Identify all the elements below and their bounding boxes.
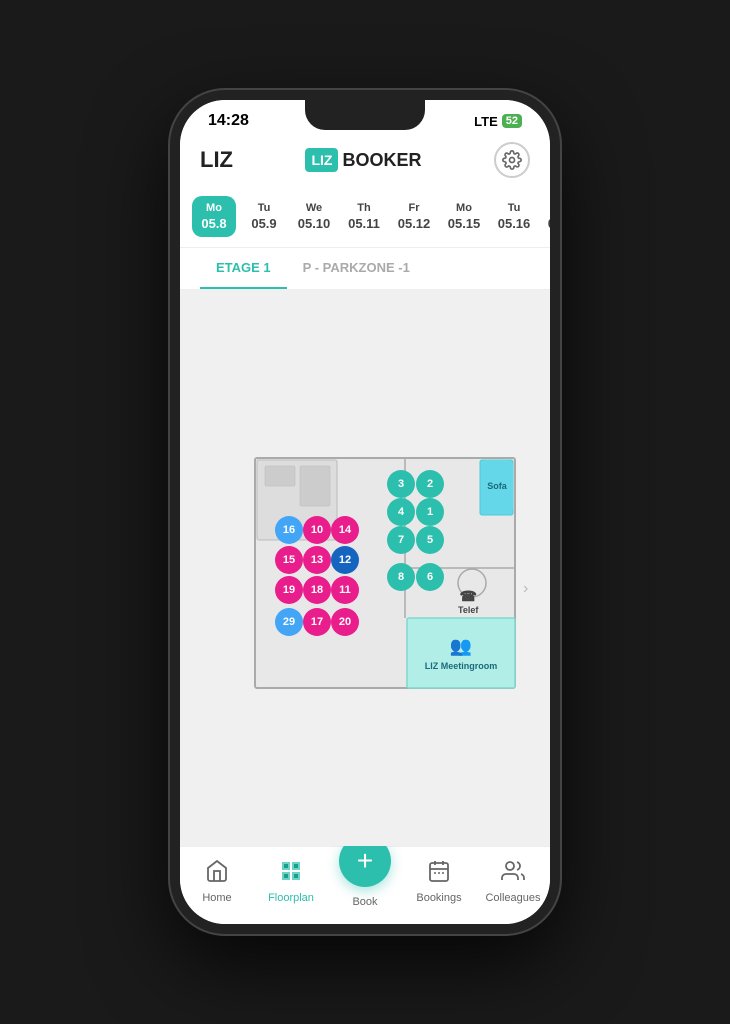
svg-text:›: › bbox=[523, 580, 528, 597]
seat-29[interactable]: 29 bbox=[275, 608, 303, 636]
day-selector: Mo 05.8 Tu 05.9 We 05.10 Th 05.11 Fr 05.… bbox=[180, 188, 550, 248]
signal-strength: 52 bbox=[502, 114, 522, 128]
settings-button[interactable] bbox=[494, 142, 530, 178]
seat-8[interactable]: 8 bbox=[387, 563, 415, 591]
telef-label: ☎ Telef bbox=[458, 588, 478, 615]
seat-10[interactable]: 10 bbox=[303, 516, 331, 544]
nav-floorplan[interactable]: Floorplan bbox=[261, 859, 321, 904]
logo-box: LIZ bbox=[305, 148, 338, 172]
bottom-nav: Home Floorplan + Book bbox=[180, 846, 550, 924]
seat-7[interactable]: 7 bbox=[387, 526, 415, 554]
seat-16[interactable]: 16 bbox=[275, 516, 303, 544]
app-title: LIZ bbox=[200, 147, 233, 173]
meeting-room[interactable]: 👥 LIZ Meetingroom bbox=[408, 619, 514, 687]
bookings-label: Bookings bbox=[416, 892, 461, 904]
phone-screen: 14:28 LTE 52 LIZ LIZ BOOKER Mo bbox=[180, 100, 550, 924]
seat-5[interactable]: 5 bbox=[416, 526, 444, 554]
phone-frame: 14:28 LTE 52 LIZ LIZ BOOKER Mo bbox=[170, 90, 560, 934]
day-item-5[interactable]: Mo 05.15 bbox=[442, 196, 486, 237]
nav-book[interactable]: + Book bbox=[335, 855, 395, 908]
day-item-3[interactable]: Th 05.11 bbox=[342, 196, 386, 237]
floor-plan-area: › 3 2 4 1 7 5 8 6 bbox=[180, 290, 550, 846]
status-time: 14:28 bbox=[208, 112, 249, 130]
floor-plan: › 3 2 4 1 7 5 8 6 bbox=[195, 398, 535, 738]
seat-14[interactable]: 14 bbox=[331, 516, 359, 544]
seat-19[interactable]: 19 bbox=[275, 576, 303, 604]
seat-18[interactable]: 18 bbox=[303, 576, 331, 604]
seat-13[interactable]: 13 bbox=[303, 546, 331, 574]
day-item-0[interactable]: Mo 05.8 bbox=[192, 196, 236, 237]
seat-11[interactable]: 11 bbox=[331, 576, 359, 604]
seat-20[interactable]: 20 bbox=[331, 608, 359, 636]
status-right: LTE 52 bbox=[474, 114, 522, 129]
app-header: LIZ LIZ BOOKER bbox=[180, 134, 550, 188]
nav-bookings[interactable]: Bookings bbox=[409, 859, 469, 904]
book-label: Book bbox=[352, 896, 377, 908]
floor-tab-parkzone[interactable]: P - PARKZONE -1 bbox=[287, 248, 426, 289]
floorplan-label: Floorplan bbox=[268, 892, 314, 904]
colleagues-icon bbox=[501, 859, 525, 889]
floor-tabs: ETAGE 1 P - PARKZONE -1 bbox=[180, 248, 550, 290]
colleagues-label: Colleagues bbox=[485, 892, 540, 904]
logo-container: LIZ BOOKER bbox=[305, 148, 421, 172]
seat-3[interactable]: 3 bbox=[387, 470, 415, 498]
bookings-icon bbox=[427, 859, 451, 889]
day-item-4[interactable]: Fr 05.12 bbox=[392, 196, 436, 237]
seat-17[interactable]: 17 bbox=[303, 608, 331, 636]
seat-4[interactable]: 4 bbox=[387, 498, 415, 526]
nav-home[interactable]: Home bbox=[187, 859, 247, 904]
logo-text: BOOKER bbox=[342, 150, 421, 171]
floor-tab-etage1[interactable]: ETAGE 1 bbox=[200, 248, 287, 289]
seat-12[interactable]: 12 bbox=[331, 546, 359, 574]
seat-15[interactable]: 15 bbox=[275, 546, 303, 574]
day-item-2[interactable]: We 05.10 bbox=[292, 196, 336, 237]
seat-6[interactable]: 6 bbox=[416, 563, 444, 591]
day-item-6[interactable]: Tu 05.16 bbox=[492, 196, 536, 237]
lte-label: LTE bbox=[474, 114, 498, 129]
day-item-7[interactable]: We 05.17 bbox=[542, 196, 550, 237]
meeting-room-label: LIZ Meetingroom bbox=[425, 661, 498, 671]
floor-outline: › bbox=[195, 398, 535, 738]
day-item-1[interactable]: Tu 05.9 bbox=[242, 196, 286, 237]
home-label: Home bbox=[202, 892, 231, 904]
notch bbox=[305, 100, 425, 130]
floorplan-icon bbox=[279, 859, 303, 889]
seat-1[interactable]: 1 bbox=[416, 498, 444, 526]
home-icon bbox=[205, 859, 229, 889]
nav-colleagues[interactable]: Colleagues bbox=[483, 859, 543, 904]
seat-2[interactable]: 2 bbox=[416, 470, 444, 498]
sofa-area: Sofa bbox=[481, 460, 513, 512]
